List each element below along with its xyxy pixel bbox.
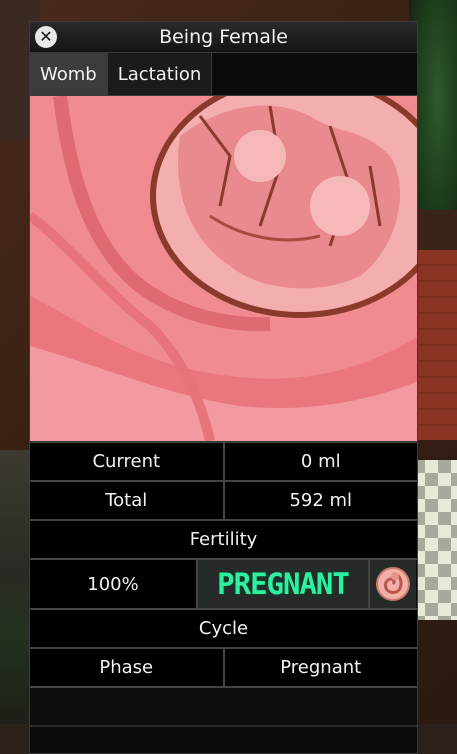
pregnancy-status-badge: PREGNANT [196, 560, 368, 608]
fetus-icon[interactable] [368, 560, 416, 608]
fertility-row: 100% PREGNANT [30, 560, 417, 610]
fertility-value: 100% [30, 560, 196, 608]
phase-row: Phase Pregnant [30, 649, 417, 688]
current-label: Current [30, 443, 223, 480]
cycle-header: Cycle [30, 610, 417, 647]
tab-bar: Womb Lactation [30, 53, 417, 96]
fertility-header: Fertility [30, 521, 417, 558]
total-row: Total 592 ml [30, 482, 417, 521]
being-female-window: ✕ Being Female Womb Lactation Current 0 … [29, 21, 418, 754]
background-shelf [412, 250, 457, 440]
phase-value: Pregnant [222, 649, 417, 686]
window-title: Being Female [159, 26, 288, 48]
empty-row [30, 688, 417, 727]
current-row: Current 0 ml [30, 443, 417, 482]
womb-pregnant-illustration [30, 96, 417, 441]
fertility-header-row: Fertility [30, 521, 417, 560]
total-label: Total [30, 482, 223, 519]
window-titlebar[interactable]: ✕ Being Female [30, 22, 417, 53]
pregnancy-status-text: PREGNANT [217, 567, 350, 601]
background-tile-floor [412, 460, 457, 620]
cycle-header-row: Cycle [30, 610, 417, 649]
tab-lactation[interactable]: Lactation [107, 53, 213, 95]
fetus-icon-graphic [376, 567, 410, 601]
close-icon[interactable]: ✕ [35, 26, 57, 48]
phase-label: Phase [30, 649, 223, 686]
total-value: 592 ml [222, 482, 417, 519]
current-value: 0 ml [222, 443, 417, 480]
womb-image [30, 96, 417, 443]
tab-womb[interactable]: Womb [30, 53, 108, 95]
